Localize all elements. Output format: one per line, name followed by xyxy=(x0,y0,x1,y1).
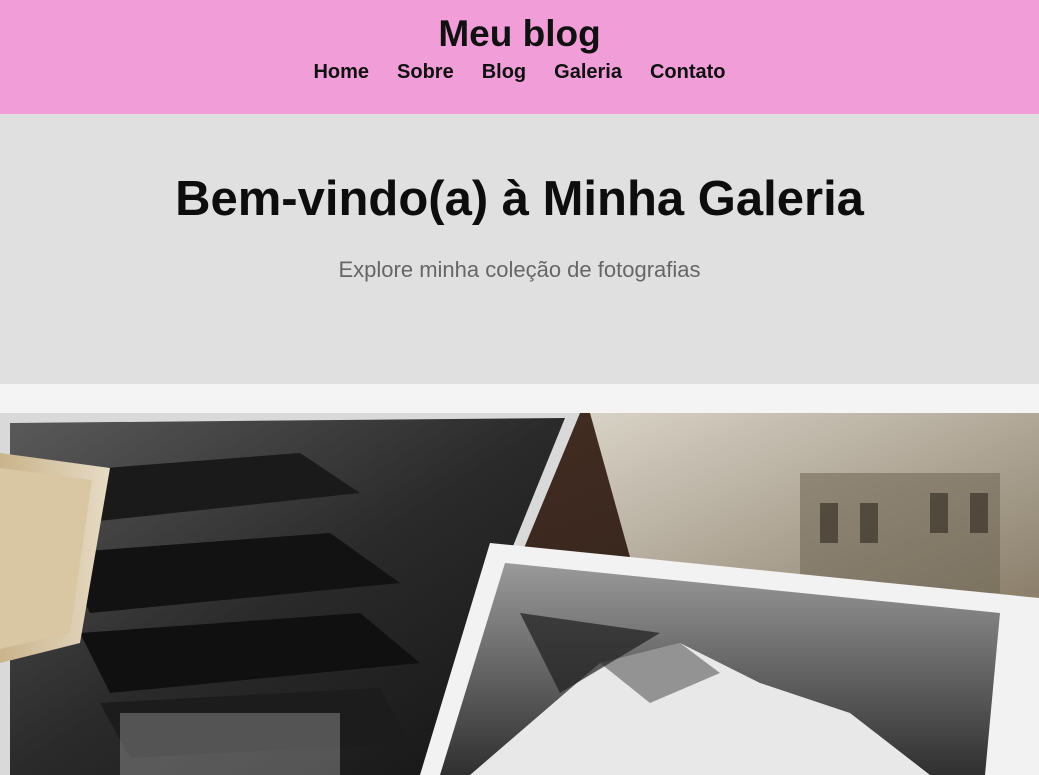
gallery-image[interactable] xyxy=(0,413,1039,775)
hero-title: Bem-vindo(a) à Minha Galeria xyxy=(175,172,864,226)
main-nav: Home Sobre Blog Galeria Contato xyxy=(0,60,1039,84)
nav-link-sobre[interactable]: Sobre xyxy=(397,60,454,84)
nav-link-blog[interactable]: Blog xyxy=(482,60,526,84)
site-header: Meu blog Home Sobre Blog Galeria Contato xyxy=(0,0,1039,114)
hero-subtitle: Explore minha coleção de fotografias xyxy=(338,257,701,282)
nav-link-galeria[interactable]: Galeria xyxy=(554,60,622,84)
hero-section: Bem-vindo(a) à Minha Galeria Explore min… xyxy=(0,114,1039,384)
nav-link-contato[interactable]: Contato xyxy=(650,60,726,84)
nav-link-home[interactable]: Home xyxy=(313,60,369,84)
site-title[interactable]: Meu blog xyxy=(0,12,1039,56)
gallery-section xyxy=(0,413,1039,775)
